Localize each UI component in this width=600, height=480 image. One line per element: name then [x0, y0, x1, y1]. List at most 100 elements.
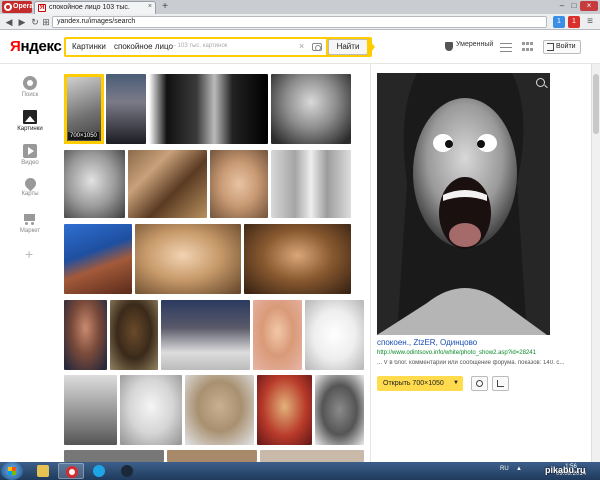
- image-thumb[interactable]: [244, 224, 351, 294]
- search-circle-icon: [23, 76, 37, 90]
- opera-menu-button[interactable]: Opera: [2, 1, 34, 13]
- start-button[interactable]: [1, 462, 23, 480]
- camera-search-icon[interactable]: [312, 43, 322, 51]
- taskbar-opera[interactable]: [58, 463, 84, 479]
- open-image-button[interactable]: Открыть 700×1050 ▼: [377, 376, 463, 391]
- services-grid-icon[interactable]: [522, 42, 533, 52]
- page-scrollbar[interactable]: [591, 64, 600, 462]
- new-tab-button[interactable]: +: [160, 2, 170, 12]
- zoom-icon[interactable]: [536, 78, 545, 87]
- folder-icon: [37, 465, 49, 477]
- sidebar-item-label: Картинки: [17, 126, 43, 132]
- clear-search-icon[interactable]: ×: [299, 41, 304, 51]
- safe-search-filter[interactable]: Умеренный: [456, 41, 493, 48]
- taskbar-steam[interactable]: [114, 463, 140, 479]
- image-icon: [23, 110, 37, 124]
- search-query-text: спокойное лицо: [114, 42, 173, 51]
- login-button[interactable]: Войти: [543, 40, 581, 54]
- minimize-button[interactable]: –: [556, 1, 568, 11]
- taskbar-skype[interactable]: [86, 463, 112, 479]
- skype-icon: [93, 465, 105, 477]
- search-service-label: Картинки: [72, 42, 106, 51]
- image-thumb[interactable]: [260, 450, 364, 462]
- window-controls: – □ ×: [556, 1, 598, 11]
- search-arrow-decoration: [367, 37, 375, 57]
- image-thumb[interactable]: [135, 224, 241, 294]
- image-thumb[interactable]: [161, 300, 250, 370]
- settings-sliders-icon[interactable]: [500, 42, 512, 52]
- image-thumb[interactable]: [253, 300, 302, 370]
- image-size-badge: 700×1050: [68, 132, 99, 140]
- image-thumb[interactable]: [128, 150, 207, 218]
- url-field[interactable]: yandex.ru/images/search: [52, 16, 547, 28]
- image-thumb[interactable]: [271, 150, 351, 218]
- preview-source-url[interactable]: http://www.odintsovo.info/white/photo_sh…: [377, 350, 536, 356]
- browser-tab[interactable]: Я спокойное лицо 103 тыс. ×: [34, 1, 156, 14]
- yandex-favicon-icon: Я: [38, 4, 46, 12]
- sidebar-item-maps[interactable]: Карты: [8, 175, 52, 197]
- image-thumb[interactable]: [106, 74, 146, 144]
- scrollbar-thumb[interactable]: [593, 74, 599, 134]
- tab-close-icon[interactable]: ×: [148, 3, 152, 10]
- speed-dial-icon[interactable]: ⊞: [40, 16, 52, 28]
- image-thumb[interactable]: [315, 375, 364, 445]
- browser-menu-icon[interactable]: ≡: [584, 16, 596, 28]
- image-thumb[interactable]: [64, 224, 132, 294]
- sidebar-item-label: Поиск: [21, 92, 39, 98]
- image-thumb[interactable]: [120, 375, 182, 445]
- share-icon: [497, 380, 504, 387]
- image-thumb[interactable]: [185, 375, 254, 445]
- extension-vk-icon[interactable]: 1: [568, 16, 580, 28]
- camera-lens-icon: [476, 380, 483, 387]
- share-button[interactable]: [492, 376, 509, 391]
- language-indicator[interactable]: RU: [500, 466, 509, 472]
- sidebar-item-video[interactable]: Видео: [8, 144, 52, 166]
- steam-icon: [121, 465, 133, 477]
- sidebar-item-images[interactable]: Картинки: [8, 110, 52, 132]
- sidebar-item-label: Видео: [21, 160, 39, 166]
- image-thumb[interactable]: [64, 150, 125, 218]
- image-thumb[interactable]: [305, 300, 364, 370]
- taskbar-explorer[interactable]: [30, 463, 56, 479]
- video-icon: [23, 144, 37, 158]
- logo-letter: Я: [10, 38, 21, 55]
- image-thumb-selected[interactable]: 700×1050: [64, 74, 104, 144]
- image-thumb[interactable]: [271, 74, 351, 144]
- map-pin-icon: [22, 175, 38, 192]
- more-services-button[interactable]: +: [25, 246, 33, 262]
- extension-mail-icon[interactable]: 1: [553, 16, 565, 28]
- address-bar-row: ◀ ▶ ↻ ⊞ yandex.ru/images/search 1 1 ≡: [0, 14, 600, 30]
- services-sidebar: Поиск Картинки Видео Карты Маркет +: [0, 64, 60, 462]
- sidebar-item-search[interactable]: Поиск: [8, 76, 52, 98]
- preview-title-link[interactable]: спокоен., ZtzER, Одинцово: [377, 338, 477, 347]
- image-thumb[interactable]: [64, 375, 117, 445]
- search-button[interactable]: Найти: [328, 39, 368, 55]
- chevron-down-icon: ▼: [453, 380, 459, 386]
- login-icon: [547, 43, 554, 51]
- back-button[interactable]: ◀: [3, 16, 15, 28]
- yandex-logo[interactable]: Яндекс: [10, 38, 62, 55]
- similar-search-button[interactable]: [471, 376, 488, 391]
- preview-image[interactable]: [377, 73, 550, 335]
- sidebar-item-label: Маркет: [19, 228, 41, 234]
- image-thumb[interactable]: [167, 450, 257, 462]
- sidebar-item-market[interactable]: Маркет: [8, 212, 52, 234]
- login-label: Войти: [556, 43, 576, 50]
- tray-arrow-icon[interactable]: ▲: [516, 466, 522, 472]
- search-input[interactable]: Картинки спокойное лицо — 103 тыс. карти…: [66, 39, 326, 55]
- image-thumb[interactable]: [110, 300, 158, 370]
- opera-menu-label: Opera: [13, 3, 34, 10]
- sidebar-item-label: Карты: [21, 191, 39, 197]
- close-window-button[interactable]: ×: [580, 1, 598, 11]
- forward-button[interactable]: ▶: [16, 16, 28, 28]
- open-image-label: Открыть 700×1050: [383, 380, 444, 387]
- image-thumb[interactable]: [210, 150, 268, 218]
- image-thumb[interactable]: [149, 74, 268, 144]
- yandex-header: Яндекс Картинки спокойное лицо — 103 тыс…: [0, 30, 600, 64]
- image-thumb[interactable]: [257, 375, 312, 445]
- opera-logo-icon: [4, 3, 12, 11]
- image-thumb[interactable]: [64, 300, 107, 370]
- image-thumb[interactable]: [64, 450, 164, 462]
- maximize-button[interactable]: □: [568, 1, 580, 11]
- windows-taskbar: RU ▲ 1:56 09.09.2014: [0, 462, 600, 480]
